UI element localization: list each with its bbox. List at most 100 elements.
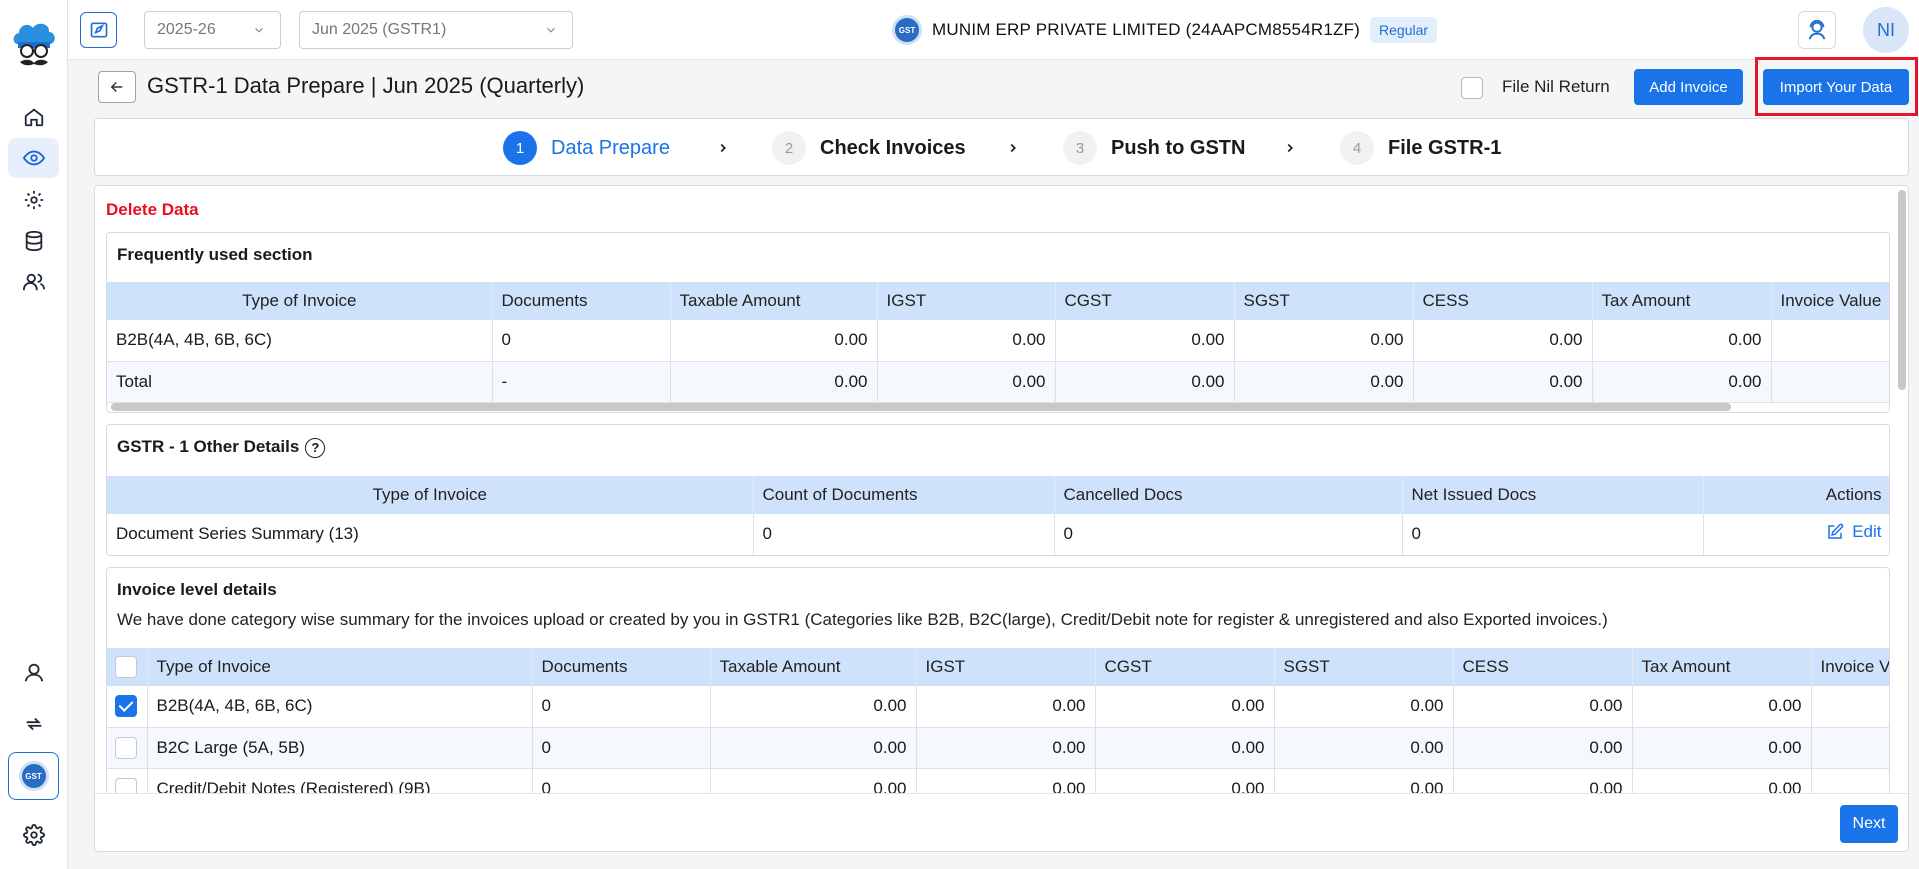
table-cell: 0: [532, 727, 711, 769]
table-row[interactable]: B2B(4A, 4B, 6B, 6C) 0 0.00 0.00 0.00 0.0…: [107, 686, 1889, 728]
year-select-value: 2025-26: [157, 21, 216, 38]
column-header[interactable]: CESS: [1413, 282, 1593, 320]
vertical-scrollbar[interactable]: [1898, 190, 1906, 390]
edit-button[interactable]: Edit: [1826, 522, 1882, 542]
registration-type-badge: Regular: [1370, 17, 1438, 43]
nil-return-label: File Nil Return: [1502, 77, 1610, 96]
step-file-gstr1[interactable]: 4 File GSTR-1: [1340, 131, 1501, 165]
invoice-level-table: Type of Invoice Documents Taxable Amount…: [107, 648, 1889, 810]
table-cell: 0.00: [1095, 686, 1275, 728]
sync-icon[interactable]: [8, 704, 59, 744]
table-cell: 0.00: [1632, 727, 1812, 769]
column-header[interactable]: Cancelled Docs: [1054, 476, 1403, 514]
table-cell: Document Series Summary (13): [107, 514, 754, 555]
support-agent-icon[interactable]: [8, 652, 59, 692]
users-icon[interactable]: [8, 262, 59, 302]
table-row[interactable]: B2B(4A, 4B, 6B, 6C) 0 0.00 0.00 0.00 0.0…: [107, 320, 1889, 362]
table-cell: Total: [107, 361, 493, 403]
database-icon[interactable]: [8, 221, 59, 261]
year-select[interactable]: 2025-26: [144, 11, 281, 49]
column-header[interactable]: Documents: [532, 648, 711, 686]
gst-module-icon[interactable]: GST: [8, 752, 59, 800]
table-cell: 0.00: [916, 686, 1096, 728]
column-header[interactable]: CGST: [1055, 282, 1235, 320]
company-info: GST MUNIM ERP PRIVATE LIMITED (24AAPCM85…: [892, 14, 1438, 46]
select-all-cell: [107, 648, 148, 686]
row-checkbox[interactable]: [115, 736, 137, 759]
table-cell: 0.00: [1055, 361, 1235, 403]
table-cell: 0.00: [670, 361, 878, 403]
column-header[interactable]: SGST: [1274, 648, 1454, 686]
back-button[interactable]: [98, 71, 136, 103]
step-number: 1: [503, 131, 537, 165]
horizontal-scrollbar[interactable]: [111, 403, 1731, 411]
step-data-prepare[interactable]: 1 Data Prepare: [503, 131, 670, 165]
column-header[interactable]: CESS: [1453, 648, 1633, 686]
period-select[interactable]: Jun 2025 (GSTR1): [299, 11, 573, 49]
table-cell: 0.00: [1274, 686, 1454, 728]
card-subtitle: We have done category wise summary for t…: [117, 610, 1608, 629]
table-cell: 0.00: [1592, 320, 1772, 362]
table-cell: B2C Large (5A, 5B): [147, 727, 533, 769]
delete-data-link[interactable]: Delete Data: [106, 200, 199, 220]
stepper: 1 Data Prepare 2 Check Invoices 3 Push t…: [94, 118, 1909, 176]
eye-icon[interactable]: [8, 138, 59, 178]
table-cell: 0.00: [877, 320, 1056, 362]
row-select-cell: [107, 686, 148, 728]
company-name: MUNIM ERP PRIVATE LIMITED (24AAPCM8554R1…: [932, 20, 1361, 39]
edit-icon: [1828, 523, 1844, 539]
card-title: Invoice level details: [117, 580, 277, 599]
table-row[interactable]: Document Series Summary (13) 0 0 0 Edit: [107, 514, 1889, 555]
table-row-total: Total - 0.00 0.00 0.00 0.00 0.00 0.00: [107, 361, 1889, 403]
actions-cell: Edit: [1703, 514, 1889, 555]
column-header[interactable]: Type of Invoice: [107, 282, 493, 320]
frequent-table: Type of Invoice Documents Taxable Amount…: [107, 282, 1889, 403]
step-check-invoices[interactable]: 2 Check Invoices: [772, 131, 966, 165]
step-label: File GSTR-1: [1388, 136, 1502, 159]
table-cell: 0: [1054, 514, 1403, 555]
row-checkbox[interactable]: [115, 695, 137, 718]
column-header[interactable]: Invoice Value: [1771, 282, 1889, 320]
table-cell: 0.00: [710, 686, 917, 728]
edit-mode-icon[interactable]: [80, 12, 117, 48]
add-invoice-button[interactable]: Add Invoice: [1634, 69, 1743, 105]
column-header[interactable]: CGST: [1095, 648, 1275, 686]
nil-return-checkbox[interactable]: [1461, 77, 1483, 99]
table-row[interactable]: B2C Large (5A, 5B) 0 0.00 0.00 0.00 0.00…: [107, 727, 1889, 769]
help-icon[interactable]: ?: [305, 437, 326, 458]
table-cell: 0.00: [1413, 320, 1593, 362]
gst-logo-icon: GST: [892, 15, 922, 45]
step-push-gstn[interactable]: 3 Push to GSTN: [1063, 131, 1245, 165]
column-header[interactable]: Actions: [1703, 476, 1889, 514]
column-header[interactable]: Tax Amount: [1592, 282, 1772, 320]
column-header[interactable]: IGST: [877, 282, 1056, 320]
select-all-checkbox[interactable]: [115, 656, 137, 678]
column-header[interactable]: Taxable Amount: [710, 648, 917, 686]
home-icon[interactable]: [8, 97, 59, 137]
footer-bar: [95, 793, 1908, 851]
gear-icon[interactable]: [8, 180, 59, 220]
avatar[interactable]: NI: [1863, 7, 1909, 53]
table-cell: 0: [492, 320, 671, 362]
sidebar: GST: [0, 0, 68, 869]
column-header[interactable]: Count of Documents: [753, 476, 1055, 514]
column-header[interactable]: Type of Invoice: [107, 476, 754, 514]
highlight-box: [1755, 57, 1918, 116]
app-logo[interactable]: [10, 18, 58, 74]
other-details-table: Type of Invoice Count of Documents Cance…: [107, 476, 1889, 555]
column-header[interactable]: Invoice V: [1811, 648, 1889, 686]
column-header[interactable]: Type of Invoice: [147, 648, 533, 686]
column-header[interactable]: SGST: [1234, 282, 1414, 320]
table-cell: [1811, 727, 1889, 769]
column-header[interactable]: Net Issued Docs: [1402, 476, 1704, 514]
table-cell: 0.00: [670, 320, 878, 362]
step-number: 3: [1063, 131, 1097, 165]
column-header[interactable]: IGST: [916, 648, 1096, 686]
settings-icon[interactable]: [8, 815, 59, 855]
column-header[interactable]: Taxable Amount: [670, 282, 878, 320]
next-button[interactable]: Next: [1840, 805, 1898, 843]
column-header[interactable]: Tax Amount: [1632, 648, 1812, 686]
row-select-cell: [107, 727, 148, 769]
support-icon[interactable]: [1798, 11, 1836, 49]
column-header[interactable]: Documents: [492, 282, 671, 320]
